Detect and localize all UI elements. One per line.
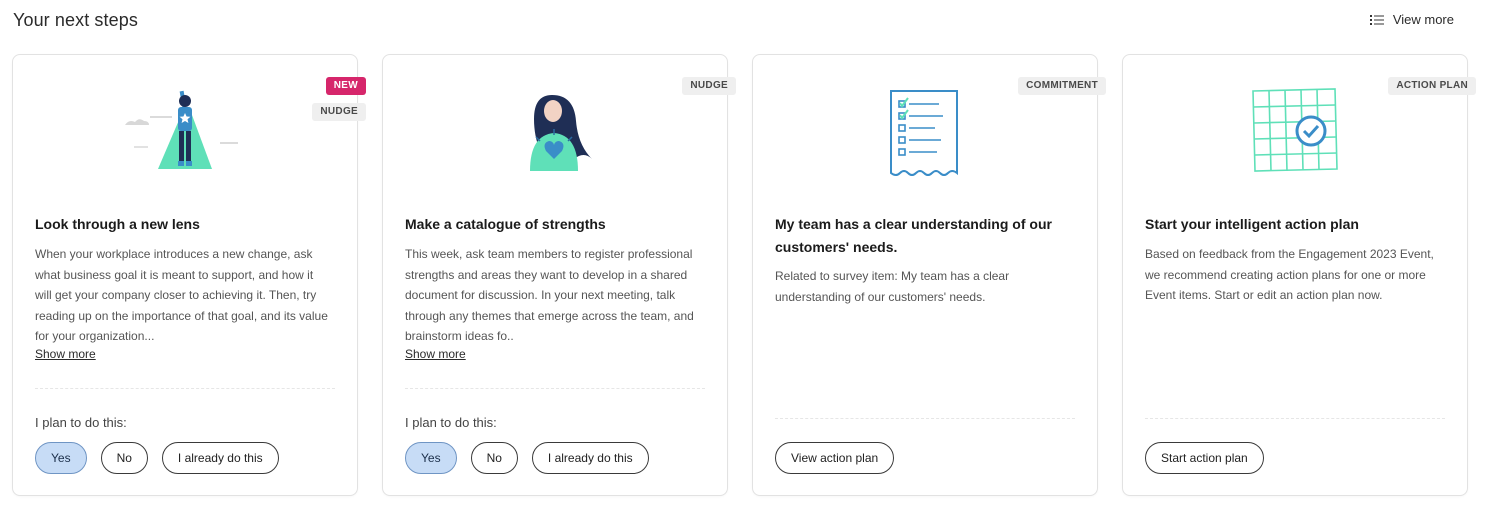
plan-label: I plan to do this: [35,415,127,430]
header: Your next steps View more [13,0,1468,44]
card-title: Start your intelligent action plan [1145,216,1359,232]
next-step-card: ACTION PLAN Start your intelligent actio… [1122,54,1476,496]
person-holding-heart-illustration [383,85,727,185]
view-action-plan-button[interactable]: View action plan [775,442,895,474]
card-description: Related to survey item: My team has a cl… [775,269,1010,304]
no-button[interactable]: No [470,442,518,474]
card-actions: View action plan [775,442,895,474]
view-more-link[interactable]: View more [1369,12,1454,27]
divider [1145,418,1445,419]
yes-button[interactable]: Yes [405,442,457,474]
next-step-card: NUDGE Make a catalogue of strengths This… [382,54,736,496]
superhero-illustration [13,85,357,185]
card-description: When your workplace introduces a new cha… [35,247,328,343]
plan-label: I plan to do this: [405,415,497,430]
divider [35,388,335,389]
calendar-check-illustration [1123,85,1467,185]
start-action-plan-button[interactable]: Start action plan [1145,442,1264,474]
yes-button[interactable]: Yes [35,442,87,474]
show-more-link[interactable]: Show more [405,347,466,361]
plan-options: Yes No I already do this [405,442,649,474]
card-description: This week, ask team members to register … [405,247,694,343]
checklist-illustration [753,85,1097,185]
card-actions: Start action plan [1145,442,1264,474]
next-step-card: COMMITMENT My team has a clear understan… [752,54,1106,496]
next-step-card: NEW NUDGE Look through a new lens When y… [12,54,366,496]
already-do-this-button[interactable]: I already do this [531,442,649,474]
list-icon [1369,14,1384,26]
show-more-link[interactable]: Show more [35,347,96,361]
card-title: My team has a clear understanding of our… [775,216,1052,255]
no-button[interactable]: No [100,442,148,474]
already-do-this-button[interactable]: I already do this [161,442,279,474]
divider [405,388,705,389]
card-title: Look through a new lens [35,216,200,232]
divider [775,418,1075,419]
card-description: Based on feedback from the Engagement 20… [1145,247,1434,302]
page-title: Your next steps [13,10,138,30]
view-more-label: View more [1392,12,1454,27]
plan-options: Yes No I already do this [35,442,279,474]
card-title: Make a catalogue of strengths [405,216,606,232]
